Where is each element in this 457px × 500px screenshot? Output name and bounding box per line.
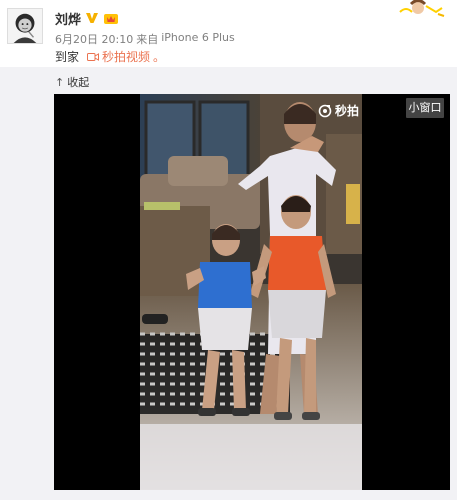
post-time[interactable]: 6月20日 20:10 (55, 31, 133, 47)
user-avatar (8, 9, 42, 43)
post-content: 到家 秒拍视频 。 (55, 48, 165, 65)
verified-v-icon[interactable] (85, 11, 99, 25)
username[interactable]: 刘烨 (55, 9, 81, 28)
post-device[interactable]: iPhone 6 Plus (161, 31, 235, 47)
video-scene-image (140, 94, 362, 490)
collapse-label[interactable]: 收起 (67, 74, 89, 90)
video-link[interactable]: 秒拍视频 。 (87, 48, 165, 65)
post-text: 到家 (55, 50, 80, 64)
post-meta: 6月20日 20:10 来自 iPhone 6 Plus (55, 31, 235, 47)
video-frame[interactable] (140, 94, 362, 490)
from-label: 来自 (136, 33, 159, 46)
arrow-up-icon: ↑ (55, 75, 65, 89)
avatar[interactable] (7, 8, 43, 44)
watermark-text: 秒拍 (335, 104, 360, 118)
mini-window-button[interactable]: 小窗口 (406, 98, 444, 118)
video-link-suffix: 。 (153, 50, 166, 64)
decorative-badge-icon (399, 0, 445, 17)
video-player[interactable]: 秒拍 小窗口 (54, 94, 450, 490)
user-header: 刘烨 (55, 9, 119, 28)
video-camera-icon (87, 52, 100, 61)
collapse-button[interactable]: ↑ 收起 (55, 74, 89, 90)
vip-crown-icon[interactable] (103, 11, 119, 25)
miaopai-watermark: 秒拍 (318, 102, 359, 119)
video-link-label[interactable]: 秒拍视频 (102, 48, 150, 65)
camera-icon (318, 104, 332, 117)
